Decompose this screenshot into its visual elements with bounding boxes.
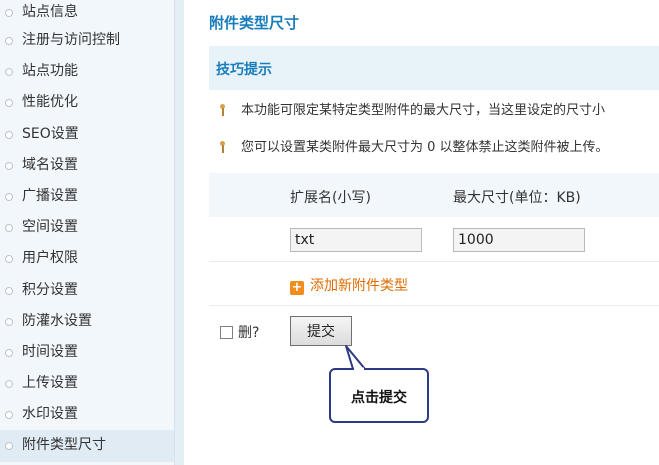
callout-text: 点击提交 — [351, 390, 407, 406]
sidebar-item-site-features[interactable]: 站点功能 — [0, 56, 174, 87]
bullet-icon — [5, 192, 13, 201]
sidebar-item-label: 水印设置 — [22, 406, 78, 423]
sidebar-item-seo[interactable]: SEO设置 — [0, 119, 174, 150]
tip-item: 本功能可限定某特定类型附件的最大尺寸，当这里设定的尺寸小 — [219, 99, 659, 118]
sidebar-item-upload[interactable]: 上传设置 — [0, 368, 174, 399]
sidebar-item-anti-spam[interactable]: 防灌水设置 — [0, 306, 174, 337]
sidebar-item-time[interactable]: 时间设置 — [0, 337, 174, 368]
sidebar-item-performance[interactable]: 性能优化 — [0, 87, 174, 118]
sidebar-item-domain[interactable]: 域名设置 — [0, 150, 174, 181]
tips-header: 技巧提示 — [209, 46, 659, 90]
add-attachment-type-link[interactable]: + 添加新附件类型 — [290, 275, 408, 295]
bullet-icon — [5, 224, 13, 233]
bullet-icon — [5, 9, 13, 17]
sidebar-item-label: 性能优化 — [22, 94, 78, 111]
sidebar-item-label: 附件类型尺寸 — [22, 437, 106, 454]
plus-icon: + — [290, 280, 304, 295]
callout-annotation: 点击提交 — [329, 368, 429, 423]
sidebar-item-label: 时间设置 — [22, 343, 78, 360]
sidebar-item-register-access[interactable]: 注册与访问控制 — [0, 25, 174, 56]
pin-icon — [219, 104, 226, 116]
page-title: 附件类型尺寸 — [209, 14, 300, 32]
sidebar-nav: 站点信息 注册与访问控制 站点功能 性能优化 SEO设置 域名设置 广播设置 空… — [0, 0, 174, 465]
max-size-input[interactable]: 1000 — [453, 228, 585, 252]
sidebar-item-broadcast[interactable]: 广播设置 — [0, 181, 174, 212]
table-header: 扩展名(小写) 最大尺寸(单位：KB) — [209, 173, 659, 217]
bullet-icon — [5, 37, 13, 45]
sidebar-item-user-permissions[interactable]: 用户权限 — [0, 243, 174, 274]
sidebar-item-label: 注册与访问控制 — [22, 32, 120, 48]
sidebar-item-label: 站点信息 — [22, 4, 78, 20]
sidebar-item-label: 防灌水设置 — [22, 312, 92, 329]
sidebar-item-label: 域名设置 — [22, 156, 78, 173]
add-link-label: 添加新附件类型 — [310, 278, 408, 294]
sidebar-item-label: 广播设置 — [22, 187, 78, 204]
delete-checkbox[interactable] — [220, 326, 233, 339]
bullet-icon — [5, 380, 13, 389]
bullet-icon — [5, 68, 13, 77]
sidebar-scrollbar[interactable] — [174, 0, 184, 465]
tip-text: 您可以设置某类附件最大尺寸为 0 以整体禁止这类附件被上传。 — [241, 140, 609, 155]
sidebar-item-site-info[interactable]: 站点信息 — [0, 0, 174, 25]
submit-button[interactable]: 提交 — [290, 316, 352, 346]
bullet-icon — [5, 348, 13, 357]
bullet-icon — [5, 286, 13, 295]
sidebar-item-space[interactable]: 空间设置 — [0, 212, 174, 243]
sidebar-item-label: 上传设置 — [22, 375, 78, 392]
tip-item: 您可以设置某类附件最大尺寸为 0 以整体禁止这类附件被上传。 — [219, 136, 659, 155]
row-divider — [209, 261, 659, 262]
sidebar-item-watermark[interactable]: 水印设置 — [0, 399, 174, 430]
bullet-icon — [5, 130, 13, 139]
bullet-icon — [5, 317, 13, 326]
pin-icon — [219, 141, 226, 153]
row-divider — [209, 305, 659, 306]
sidebar-item-credits[interactable]: 积分设置 — [0, 275, 174, 306]
sidebar-item-label: 积分设置 — [22, 281, 78, 298]
delete-label: 删? — [238, 325, 260, 341]
bullet-icon — [5, 411, 13, 420]
bullet-icon — [5, 161, 13, 170]
sidebar-item-label: 站点功能 — [22, 63, 78, 80]
tips-title: 技巧提示 — [216, 62, 272, 78]
column-header-extension: 扩展名(小写) — [290, 190, 371, 206]
bullet-icon — [5, 99, 13, 108]
tip-text: 本功能可限定某特定类型附件的最大尺寸，当这里设定的尺寸小 — [241, 103, 606, 118]
delete-option: 删? — [220, 322, 259, 342]
sidebar-item-label: 空间设置 — [22, 219, 78, 236]
sidebar-item-attachment-size[interactable]: 附件类型尺寸 — [0, 430, 174, 462]
sidebar-item-label: 用户权限 — [22, 250, 78, 267]
extension-input[interactable]: txt — [290, 228, 422, 252]
bullet-icon — [5, 442, 13, 451]
bullet-icon — [5, 255, 13, 264]
column-header-max-size: 最大尺寸(单位：KB) — [453, 190, 581, 206]
sidebar-item-label: SEO设置 — [22, 125, 79, 142]
